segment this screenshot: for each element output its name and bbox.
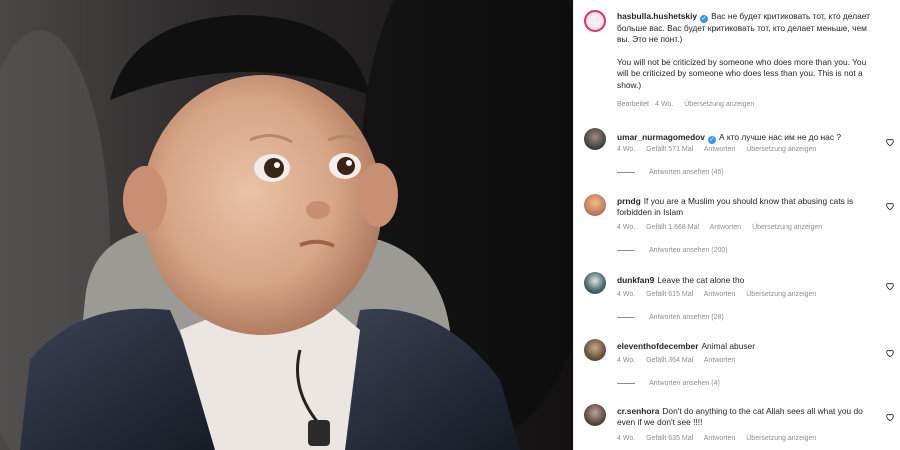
comment-likes[interactable]: Gefällt 615 Mal <box>646 291 693 298</box>
view-replies-label[interactable]: Antworten ansehen (4) <box>649 380 720 387</box>
post-edited: Bearbeitet · 4 Wo. <box>617 101 674 108</box>
translate-link[interactable]: Übersetzung anzeigen <box>752 224 822 231</box>
divider-line <box>617 249 635 251</box>
verified-badge-icon: ✓ <box>700 15 709 23</box>
comment-likes[interactable]: Gefällt 571 Mal <box>646 146 693 153</box>
comment-likes[interactable]: Gefällt 364 Mal <box>646 357 693 364</box>
like-heart-icon[interactable] <box>885 198 895 211</box>
avatar[interactable] <box>584 339 606 361</box>
comment-age: 4 Wo. <box>617 146 636 153</box>
reply-link[interactable]: Antworten <box>704 146 736 153</box>
reply-link[interactable]: Antworten <box>704 435 736 442</box>
translate-link[interactable]: Übersetzung anzeigen <box>746 435 816 442</box>
view-replies-label[interactable]: Antworten ansehen (45) <box>649 169 724 176</box>
post-meta: Bearbeitet · 4 Wo. Übersetzung anzeigen <box>617 101 763 108</box>
comment-text: А кто лучше нас им не до нас ? <box>718 132 842 142</box>
comment-meta: 4 Wo. Gefällt 615 Mal Antworten Übersetz… <box>617 291 825 298</box>
comment-meta: 4 Wo. Gefällt 571 Mal Antworten Übersetz… <box>617 146 825 153</box>
view-replies[interactable]: Antworten ansehen (4) <box>617 380 720 387</box>
view-replies[interactable]: Antworten ansehen (200) <box>617 247 728 254</box>
comment-meta: 4 Wo. Gefällt 1.668 Mal Antworten Überse… <box>617 224 831 231</box>
comment-age: 4 Wo. <box>617 357 636 364</box>
comment: cr.senhora Don't do anything to the cat A… <box>584 404 900 450</box>
comment: dunkfan9 Leave the cat alone tho 4 Wo. Ge… <box>584 272 900 328</box>
reply-link[interactable]: Antworten <box>710 224 742 231</box>
comment-age: 4 Wo. <box>617 291 636 298</box>
view-replies[interactable]: Antworten ansehen (28) <box>617 314 724 321</box>
comment-meta: 4 Wo. Gefällt 364 Mal Antworten <box>617 357 744 364</box>
comment-text: Leave the cat alone tho <box>657 275 745 285</box>
like-heart-icon[interactable] <box>885 409 895 422</box>
divider-line <box>617 316 635 318</box>
comment-likes[interactable]: Gefällt 635 Mal <box>646 435 693 442</box>
comment-username[interactable]: cr.senhora <box>617 406 659 416</box>
comment: eleventhofdecember Animal abuser 4 Wo. Ge… <box>584 339 900 395</box>
reply-link[interactable]: Antworten <box>704 357 736 364</box>
view-replies-label[interactable]: Antworten ansehen (28) <box>649 314 724 321</box>
comment-username[interactable]: eleventhofdecember <box>617 341 698 351</box>
post-username[interactable]: hasbulla.hushetskiy <box>617 11 697 21</box>
translate-link[interactable]: Übersetzung anzeigen <box>684 101 754 108</box>
comment: umar_nurmagomedov ✓ А кто лучше нас им не … <box>584 128 900 184</box>
post-image <box>0 0 573 450</box>
comment-username[interactable]: prndg <box>617 196 641 206</box>
comment-likes[interactable]: Gefällt 1.668 Mal <box>646 224 699 231</box>
post-photo[interactable] <box>0 0 573 450</box>
like-heart-icon[interactable] <box>885 134 895 147</box>
comment-text: Animal abuser <box>701 341 755 351</box>
like-heart-icon[interactable] <box>885 345 895 358</box>
post-panel: hasbulla.hushetskiy ✓ Вас не будет критико… <box>573 0 900 450</box>
verified-badge-icon: ✓ <box>707 136 716 144</box>
view-replies[interactable]: Antworten ansehen (45) <box>617 169 724 176</box>
divider-line <box>617 382 635 384</box>
avatar[interactable] <box>584 194 606 216</box>
divider-line <box>617 171 635 173</box>
comment-username[interactable]: dunkfan9 <box>617 275 654 285</box>
caption-en: You will not be criticized by someone wh… <box>617 56 867 90</box>
comment-age: 4 Wo. <box>617 224 636 231</box>
translate-link[interactable]: Übersetzung anzeigen <box>746 146 816 153</box>
view-replies-label[interactable]: Antworten ansehen (200) <box>649 247 728 254</box>
like-heart-icon[interactable] <box>885 278 895 291</box>
comment-text: If you are a Muslim you should know that… <box>617 196 854 218</box>
comment-age: 4 Wo. <box>617 435 636 442</box>
avatar[interactable] <box>584 404 606 426</box>
avatar[interactable] <box>584 272 606 294</box>
avatar[interactable] <box>584 10 606 32</box>
comment-meta: 4 Wo. Gefällt 635 Mal Antworten Übersetz… <box>617 435 825 442</box>
comment-username[interactable]: umar_nurmagomedov <box>617 132 705 142</box>
translate-link[interactable]: Übersetzung anzeigen <box>746 291 816 298</box>
comment: prndg If you are a Muslim you should know… <box>584 194 900 264</box>
reply-link[interactable]: Antworten <box>704 291 736 298</box>
avatar[interactable] <box>584 128 606 150</box>
